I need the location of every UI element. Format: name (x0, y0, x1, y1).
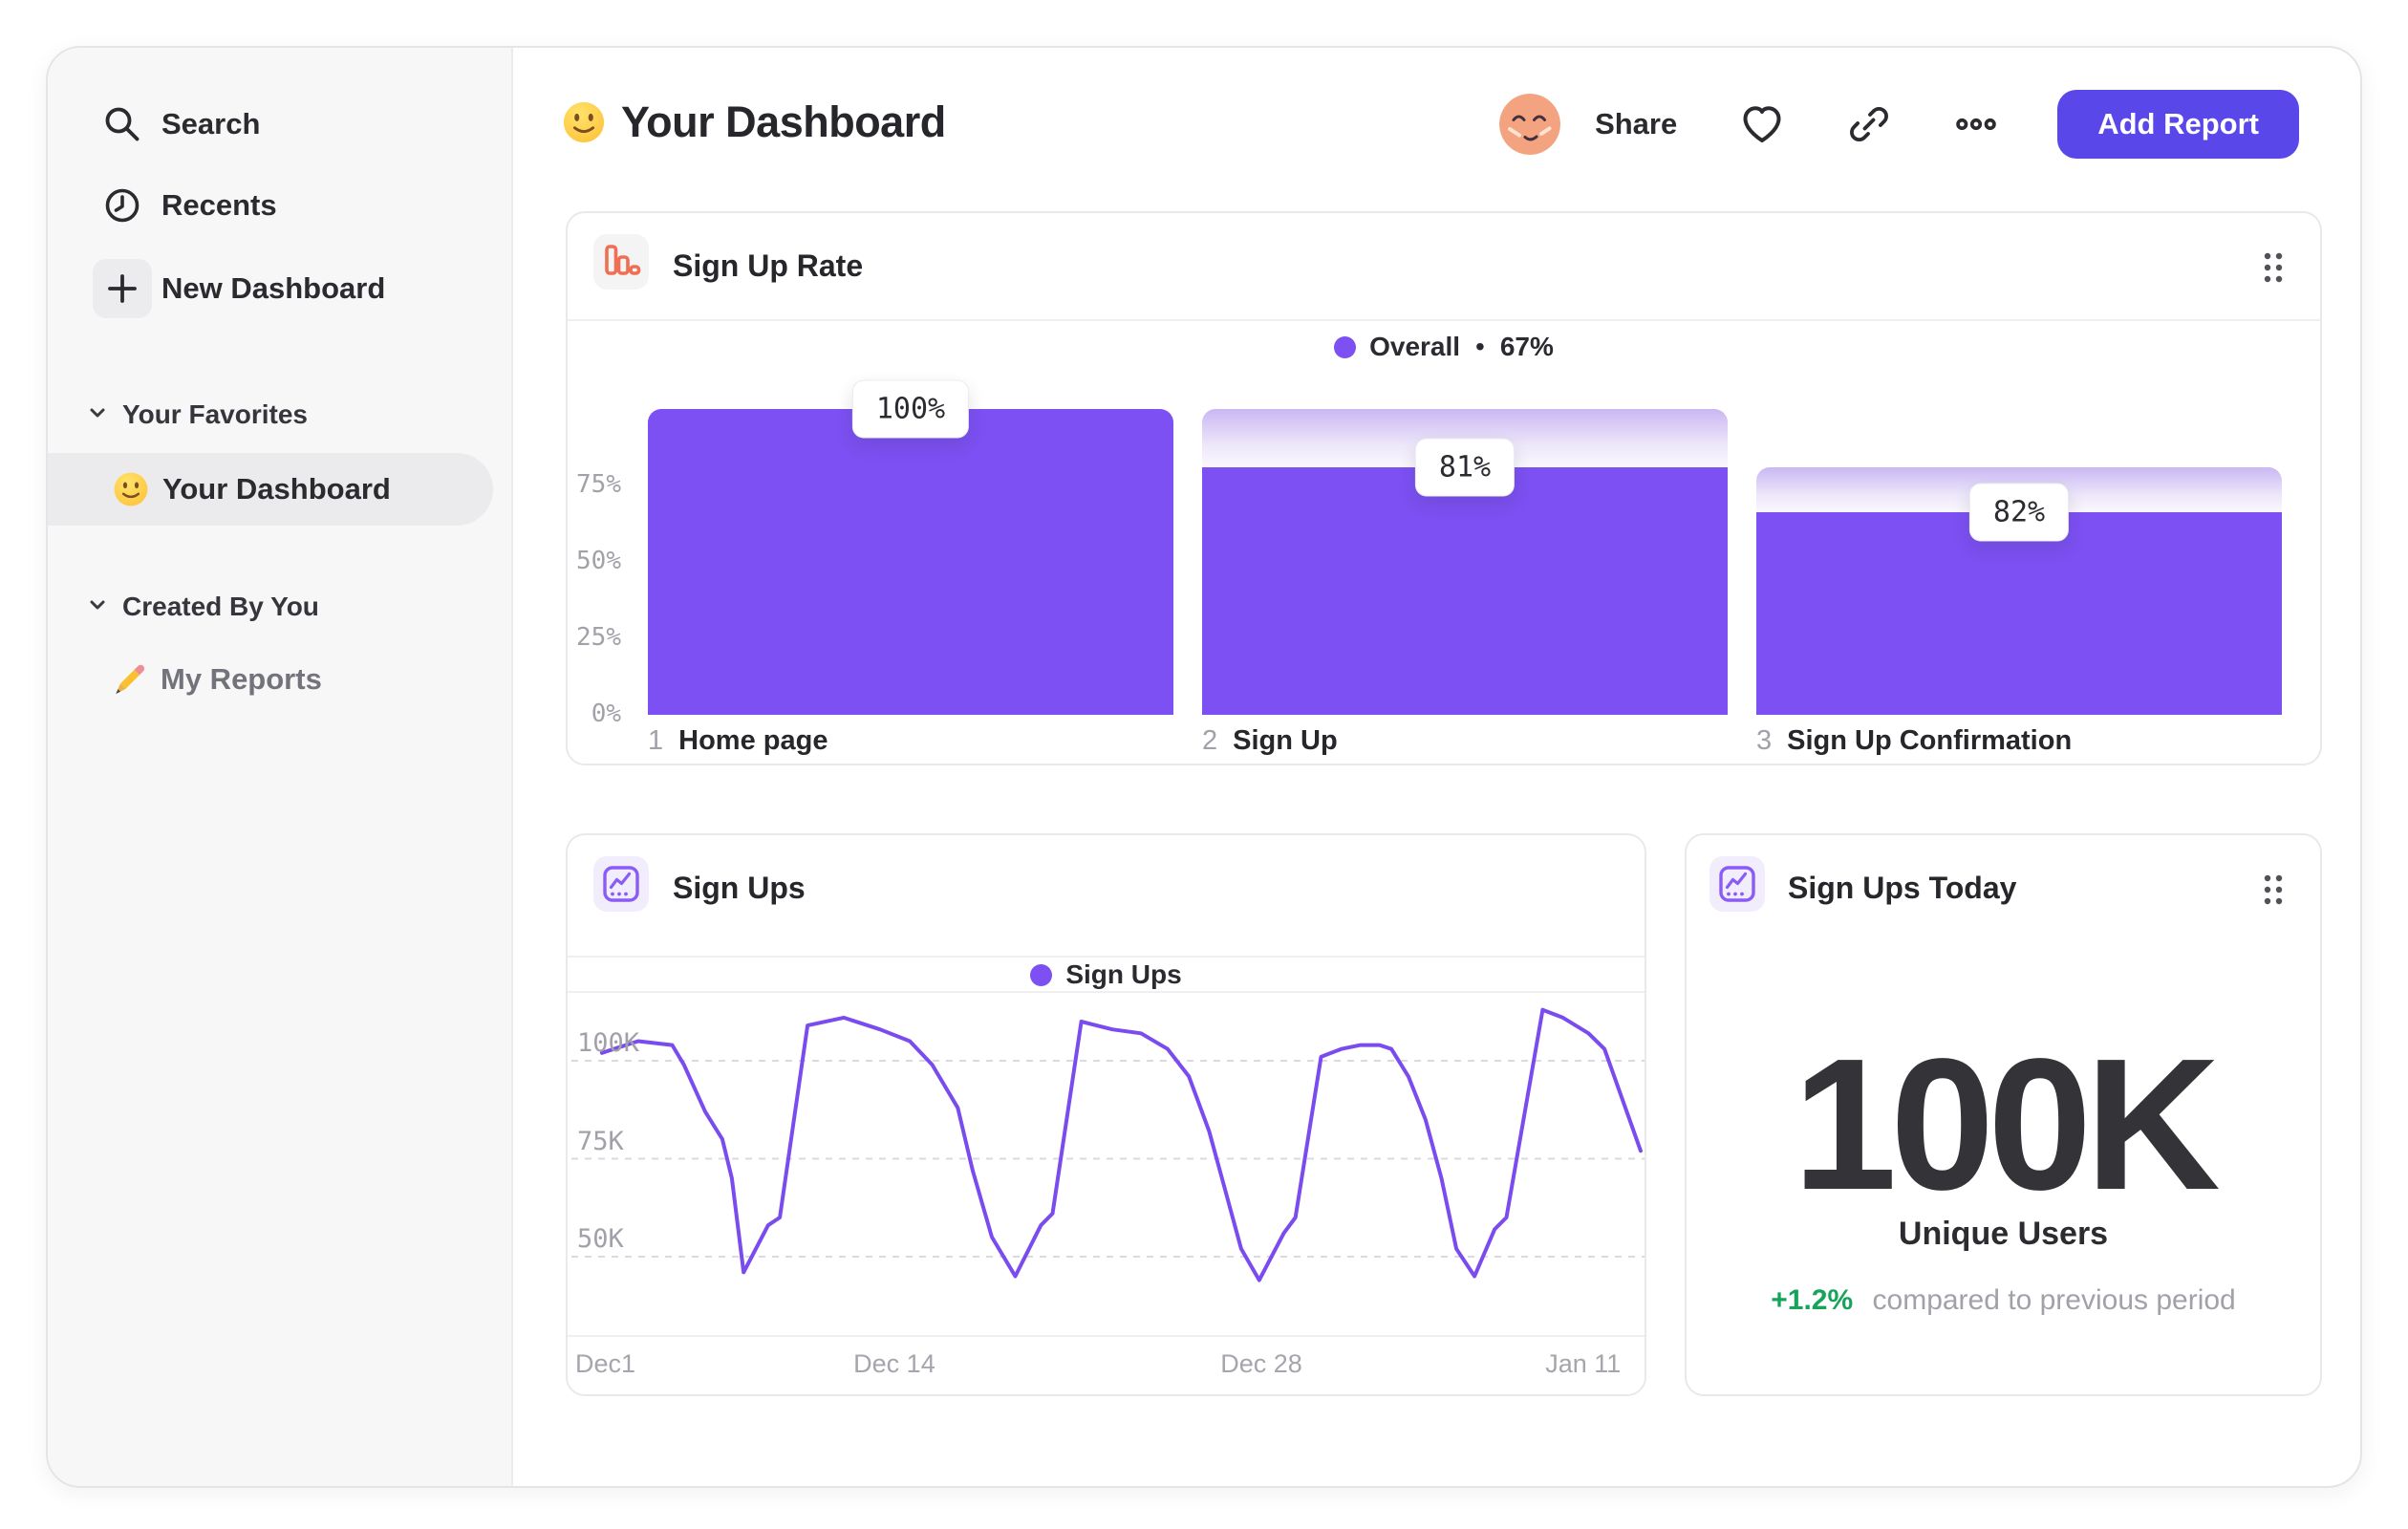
section-label: Your Favorites (122, 399, 308, 429)
smiley-emoji-icon (562, 100, 606, 144)
conversion-tooltip: 82% (1968, 483, 2070, 542)
line-legend: Sign Ups (568, 958, 1645, 992)
divider (568, 1335, 1645, 1337)
x-tick-label: Dec 28 (1220, 1349, 1302, 1378)
legend-separator: • (1475, 332, 1485, 361)
legend-dot-icon (1334, 335, 1357, 358)
funnel-legend: Overall • 67% (568, 330, 2320, 364)
chevron-down-icon (86, 401, 109, 429)
section-label: Created By You (122, 592, 319, 621)
sidebar-item-label: Search (161, 107, 261, 140)
clock-icon (93, 176, 152, 235)
funnel-bar[interactable]: 82% (1756, 409, 2282, 715)
avatar[interactable] (1499, 94, 1561, 155)
copy-link-icon[interactable] (1847, 102, 1891, 146)
chevron-down-icon (86, 593, 109, 621)
y-tick-label: 0% (591, 700, 621, 728)
sign-ups-today-card: Sign Ups Today 100K Unique Users +1.2% c… (1685, 833, 2322, 1396)
funnel-step-label: 3 Sign Up Confirmation (1756, 725, 2073, 756)
app-window: Search Recents New Dashboard Your Favori… (46, 46, 2362, 1488)
sign-ups-line-series (599, 1007, 1643, 1282)
y-tick-label: 75% (576, 470, 621, 499)
sidebar-section-created-by-you[interactable]: Created By You (86, 592, 319, 622)
sidebar-item-label: New Dashboard (161, 271, 386, 305)
y-tick-label: 50K (577, 1224, 624, 1254)
favorite-heart-icon[interactable] (1740, 102, 1784, 146)
sidebar-item-your-dashboard[interactable]: Your Dashboard (48, 453, 493, 526)
conversion-tooltip: 100% (851, 379, 970, 439)
legend-dot-icon (1030, 963, 1053, 986)
sign-up-rate-card: Sign Up Rate Overall • 67% 75% 50% 25% 0% 1… (566, 211, 2322, 765)
line-chart (571, 1007, 1645, 1282)
funnel-plot: 100% 81% 82% (648, 379, 2282, 715)
card-header: Sign Ups (568, 835, 1645, 941)
legend-label: Sign Ups (1065, 959, 1182, 989)
funnel-step-label: 1 Home page (648, 725, 828, 756)
share-button[interactable]: Share (1595, 107, 1677, 141)
line-chart-icon (1709, 856, 1765, 912)
sidebar-item-new-dashboard[interactable]: New Dashboard (93, 259, 385, 318)
conversion-tooltip: 81% (1414, 438, 1516, 497)
metric-delta-row: +1.2% compared to previous period (1687, 1284, 2320, 1317)
sidebar-item-recents[interactable]: Recents (93, 176, 277, 235)
search-icon (93, 95, 152, 154)
smiley-emoji-icon (113, 471, 149, 507)
x-tick-label: Dec 14 (853, 1349, 935, 1378)
x-tick-label: Jan 11 (1545, 1349, 1622, 1378)
funnel-converted-zone (648, 409, 1173, 715)
plus-icon (93, 259, 152, 318)
page-header: Your Dashboard Share Add Report (513, 48, 2360, 201)
pencil-emoji-icon (111, 659, 151, 700)
legend-label: Overall (1369, 332, 1461, 361)
sidebar-item-label: Your Dashboard (162, 472, 391, 506)
page-title: Your Dashboard (621, 97, 946, 146)
line-chart-icon (593, 856, 649, 912)
sidebar-item-label: Recents (161, 188, 277, 222)
sidebar: Search Recents New Dashboard Your Favori… (48, 48, 513, 1486)
sidebar-item-my-reports[interactable]: My Reports (111, 659, 322, 700)
add-report-button[interactable]: Add Report (2057, 90, 2299, 159)
funnel-step-labels: 1 Home page 2 Sign Up 3 Sign Up Confirmation (648, 725, 2282, 757)
sidebar-section-your-favorites[interactable]: Your Favorites (86, 399, 308, 430)
funnel-chart-icon (593, 234, 649, 290)
drag-handle-icon[interactable] (2263, 873, 2284, 911)
delta-value: +1.2% (1771, 1284, 1854, 1316)
y-tick-label: 75K (577, 1126, 624, 1156)
sidebar-item-label: My Reports (161, 662, 322, 696)
funnel-converted-zone (1202, 466, 1728, 715)
divider (568, 319, 2320, 321)
more-options-icon[interactable] (1954, 102, 1998, 146)
sign-ups-card: Sign Ups Sign Ups 100K 75K 50K Dec1 Dec 14 D… (566, 833, 1646, 1396)
funnel-bar[interactable]: 100% (648, 379, 1173, 715)
sidebar-item-search[interactable]: Search (93, 95, 260, 154)
y-tick-label: 50% (576, 547, 621, 575)
y-tick-label: 25% (576, 623, 621, 652)
delta-note: compared to previous period (1872, 1284, 2236, 1316)
metric-label: Unique Users (1898, 1216, 2109, 1252)
funnel-converted-zone (1756, 511, 2282, 715)
y-tick-label: 100K (577, 1028, 640, 1058)
card-title: Sign Up Rate (673, 248, 864, 283)
x-tick-label: Dec1 (575, 1349, 636, 1378)
card-header: Sign Ups Today (1687, 835, 2320, 941)
card-header: Sign Up Rate (568, 213, 2320, 319)
card-title: Sign Ups Today (1788, 871, 2017, 905)
metric-value: 100K (1793, 1020, 2221, 1229)
funnel-bar[interactable]: 81% (1202, 409, 1728, 715)
card-title: Sign Ups (673, 871, 806, 905)
funnel-step-label: 2 Sign Up (1202, 725, 1338, 756)
legend-value: 67% (1499, 332, 1554, 361)
drag-handle-icon[interactable] (2263, 251, 2284, 289)
